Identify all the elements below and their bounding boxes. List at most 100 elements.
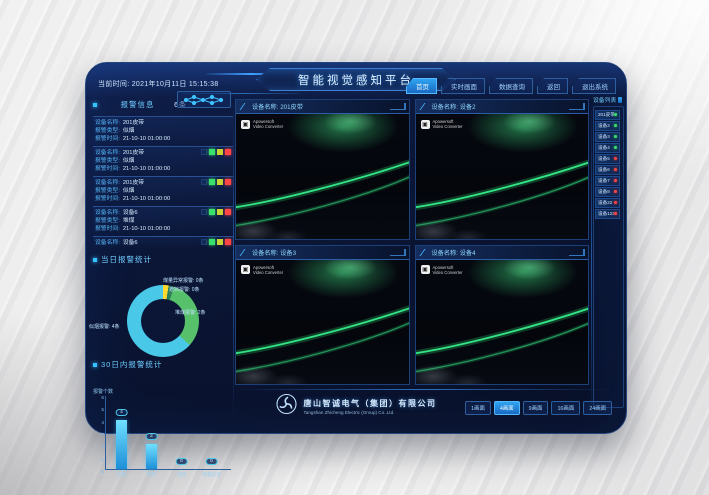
alarm-list-item[interactable]: 设备名称:设备6报警类型:堆煤报警时间:21-10-10 01:00:00 <box>93 206 233 236</box>
axis-tick-label: 6 <box>96 396 104 401</box>
alarm-list-item[interactable]: 设备名称:201皮带报警类型:似烟报警时间:21-10-10 01:00:00 <box>93 176 233 206</box>
bar-category-label: 堆煤 <box>147 472 156 478</box>
alarm-field-label: 报警类型: <box>95 128 120 134</box>
video-watermark: ▣ApowersoftVideo Converter <box>241 119 283 129</box>
device-list-item[interactable]: 设备2 <box>595 121 620 131</box>
device-status-dot-icon <box>614 113 617 116</box>
bar-column: 0煤量异常 <box>206 395 217 469</box>
split-button-4[interactable]: 24画面 <box>583 401 612 415</box>
video-cell[interactable]: 设备名称: 设备4▣ApowersoftVideo Converter <box>415 245 590 386</box>
monthly-alarm-chart: 报警个数 01234564似烟2堆煤0遮挡0煤量异常 <box>93 378 233 482</box>
alarm-list-item[interactable]: 设备名称:201皮带报警类型:似烟报警时间:21-10-10 01:00:00 <box>93 116 233 146</box>
status-led-icon <box>209 179 215 185</box>
donut-slice-label: 似烟报警: 4条 <box>89 323 120 330</box>
video-watermark: ▣ApowersoftVideo Converter <box>241 265 283 275</box>
alarm-field-value: 201皮带 <box>123 180 144 186</box>
device-status-dot-icon <box>614 146 617 149</box>
alarm-row: 报警类型:似烟 <box>95 127 231 135</box>
device-list-item[interactable]: 201皮带 <box>595 110 620 120</box>
video-cell[interactable]: 设备名称: 201皮带 ▣ApowersoftVideo Converter <box>235 99 410 240</box>
nav-button-3[interactable]: 返回 <box>537 78 568 94</box>
alarm-field-value: 设备6 <box>123 240 138 246</box>
device-list-tab[interactable] <box>618 97 622 103</box>
alarm-led-strip <box>201 239 231 245</box>
watermark-text: ApowersoftVideo Converter <box>433 265 463 275</box>
video-cell-title: 设备名称: 设备3 <box>236 246 409 260</box>
split-button-2[interactable]: 9画面 <box>523 401 549 415</box>
daily-alarm-chart: 煤量异常报警: 0条遮挡报警: 0条堆煤报警: 2条似烟报警: 4条 <box>93 271 233 359</box>
split-button-0[interactable]: 1画面 <box>465 401 491 415</box>
bar <box>146 444 157 469</box>
alarm-row: 报警类型:堆煤 <box>95 217 231 225</box>
device-list-item[interactable]: 设备3 <box>595 132 620 142</box>
video-cell-title: 设备名称: 201皮带 <box>236 100 409 114</box>
video-feed[interactable]: ▣ApowersoftVideo Converter <box>236 260 409 385</box>
axis-tick-label: 3 <box>96 433 104 438</box>
video-cell[interactable]: 设备名称: 设备3 ▣ApowersoftVideo Converter <box>235 245 410 386</box>
device-list-item[interactable]: 设备22 <box>595 198 620 208</box>
device-status-dot-icon <box>614 201 617 204</box>
device-name: 设备22 <box>598 200 612 206</box>
alarm-row: 报警时间:21-10-10 01:00:00 <box>95 165 231 173</box>
alarm-field-value: 堆煤 <box>123 218 135 224</box>
device-list: 201皮带设备2 设备3设备4 设备5 设备6 设备7 设备8 设备22 设备123 <box>595 110 620 219</box>
axis-tick-label: 2 <box>96 445 104 450</box>
alarm-field-label: 设备名称: <box>95 180 120 186</box>
device-list-item[interactable]: 设备8 <box>595 187 620 197</box>
video-watermark: ▣ApowersoftVideo Converter <box>421 265 463 275</box>
watermark-icon: ▣ <box>421 265 430 274</box>
device-list-title: 设备列表 <box>593 95 616 104</box>
bar-chart-area: 01234564似烟2堆煤0遮挡0煤量异常 <box>105 396 231 470</box>
desktop-background: 当前时间: 2021年10月11日 15:15:38 智能视觉感知平台 首页实时… <box>0 0 709 495</box>
bar-column: 4似烟 <box>116 395 127 469</box>
device-name: 设备2 <box>598 123 610 129</box>
donut-chart <box>127 285 199 357</box>
alarm-field-value: 似烟 <box>123 158 135 164</box>
status-led-icon <box>217 149 223 155</box>
nav-button-1[interactable]: 实时画面 <box>441 78 485 94</box>
nav-button-0[interactable]: 首页 <box>406 78 437 94</box>
device-list-item[interactable]: 设备123 <box>595 209 620 219</box>
alarm-led-strip <box>201 179 231 185</box>
alarm-field-label: 报警类型: <box>95 218 120 224</box>
nav-button-2[interactable]: 数据查询 <box>489 78 533 94</box>
split-button-1[interactable]: 4画面 <box>494 401 520 415</box>
video-feed[interactable]: ▣ApowersoftVideo Converter <box>416 260 589 385</box>
alarm-list-item[interactable]: 设备名称:201皮带报警类型:似烟报警时间:21-10-10 01:00:00 <box>93 146 233 176</box>
device-status-dot-icon <box>614 212 617 215</box>
device-name: 设备6 <box>598 167 610 173</box>
nav-button-4[interactable]: 退出系统 <box>572 78 616 94</box>
alarm-list-item[interactable]: 设备名称:设备6 <box>93 236 233 248</box>
device-list-item[interactable]: 设备4 <box>595 143 620 153</box>
status-led-icon <box>209 239 215 245</box>
alarm-row: 报警类型:似烟 <box>95 187 231 195</box>
device-list-item[interactable]: 设备7 <box>595 176 620 186</box>
device-name: 设备5 <box>598 156 610 162</box>
right-sidebar: 设备列表 201皮带设备2 设备3设备4 设备5 设备6 设备7 设备8 设备22 设备123 <box>593 95 622 425</box>
watermark-icon: ▣ <box>241 265 250 274</box>
watermark-icon: ▣ <box>241 120 250 129</box>
alarm-field-label: 报警时间: <box>95 196 120 202</box>
alarm-led-strip <box>201 209 231 215</box>
device-list-item[interactable]: 设备5 <box>595 154 620 164</box>
status-led-icon <box>217 179 223 185</box>
alarm-field-label: 设备名称: <box>95 150 120 156</box>
bar-category-label: 似烟 <box>117 472 126 478</box>
video-watermark: ▣ApowersoftVideo Converter <box>421 119 463 129</box>
video-feed[interactable]: ▣ApowersoftVideo Converter <box>236 114 409 239</box>
alarm-field-value: 201皮带 <box>123 150 144 156</box>
status-led-icon <box>201 149 207 155</box>
alarm-field-label: 设备名称: <box>95 240 120 246</box>
bar-category-label: 遮挡 <box>177 472 186 478</box>
status-led-icon <box>225 209 231 215</box>
device-name: 设备7 <box>598 178 610 184</box>
dashboard-panel: 当前时间: 2021年10月11日 15:15:38 智能视觉感知平台 首页实时… <box>85 62 627 434</box>
device-name: 设备123 <box>598 211 614 217</box>
video-feed[interactable]: ▣ApowersoftVideo Converter <box>416 114 589 239</box>
split-button-3[interactable]: 16画面 <box>551 401 580 415</box>
video-cell[interactable]: 设备名称: 设备2▣ApowersoftVideo Converter <box>415 99 590 240</box>
device-status-dot-icon <box>614 157 617 160</box>
axis-tick-label: 4 <box>96 421 104 426</box>
device-list-item[interactable]: 设备6 <box>595 165 620 175</box>
device-status-dot-icon <box>614 124 617 127</box>
